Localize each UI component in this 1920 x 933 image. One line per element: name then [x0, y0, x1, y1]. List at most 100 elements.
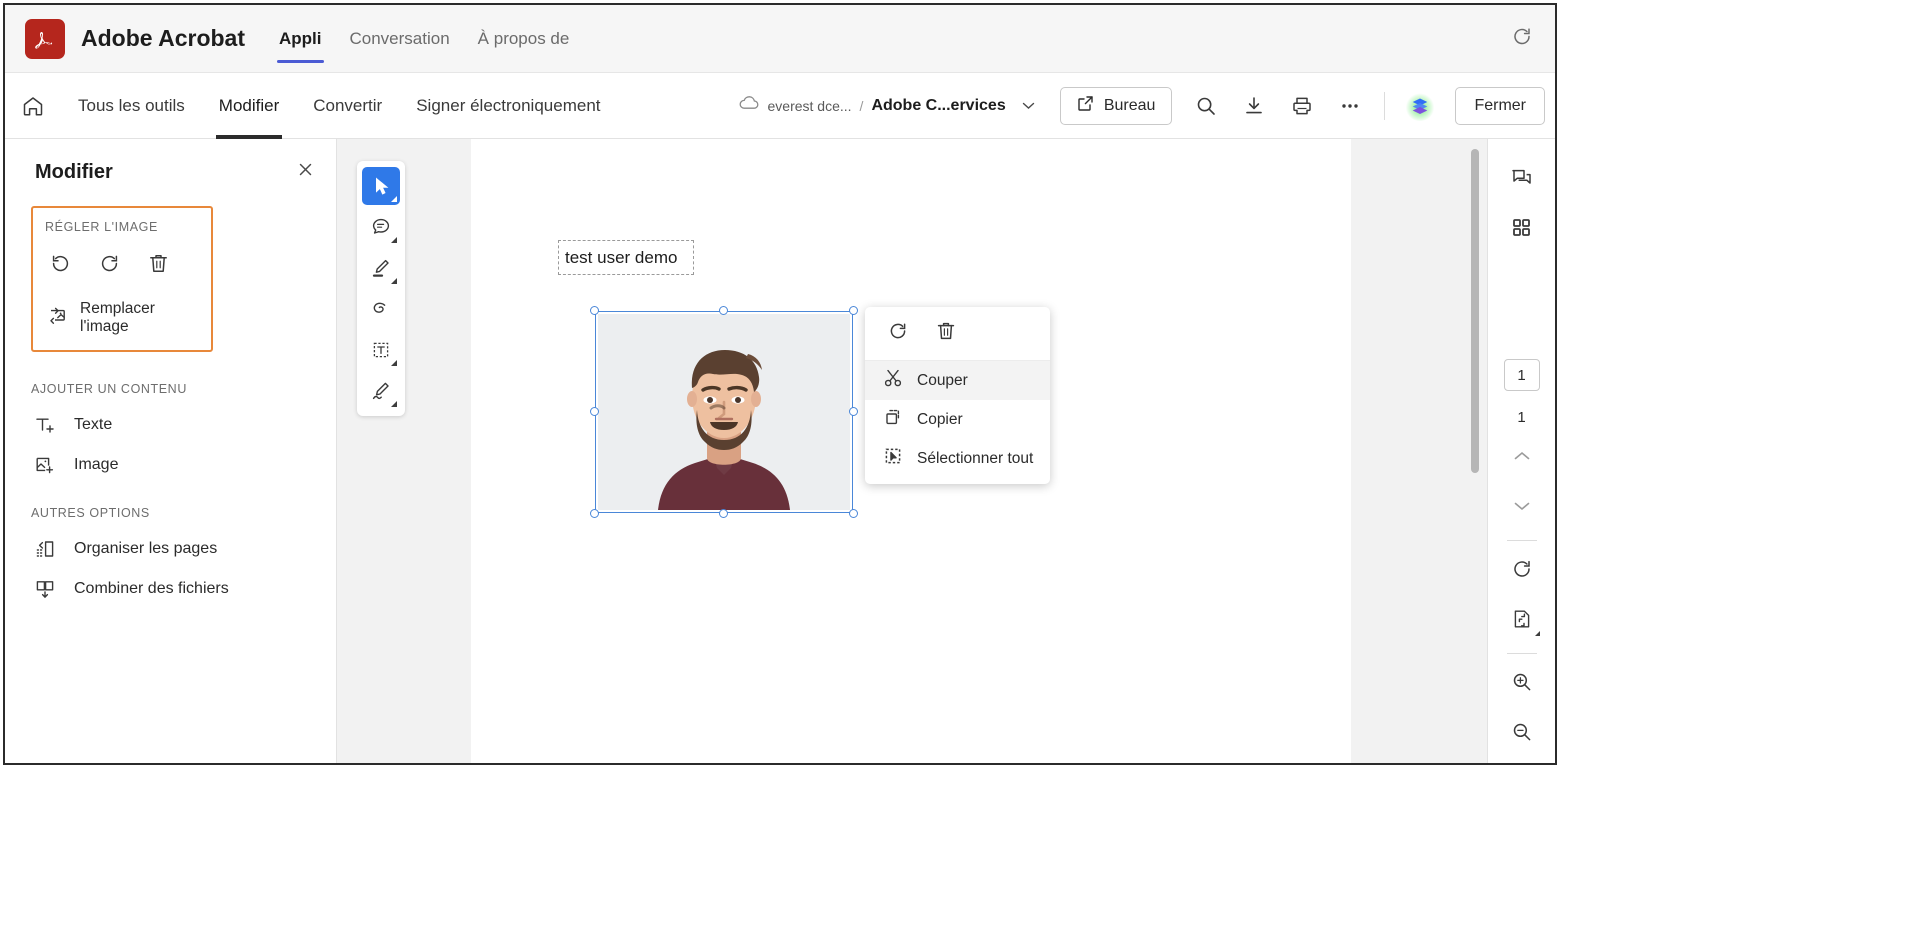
replace-image-icon: [47, 305, 69, 332]
page-total-label: 1: [1517, 409, 1526, 426]
text-object[interactable]: test user demo: [558, 240, 694, 275]
breadcrumb-separator: /: [859, 97, 864, 114]
acrobat-logo-icon: [25, 18, 65, 59]
fit-page-icon[interactable]: [1500, 597, 1544, 641]
highlight-tool[interactable]: [362, 249, 400, 287]
title-tab-bar: Appli Conversation À propos de: [265, 5, 583, 73]
title-tab-appli[interactable]: Appli: [265, 5, 336, 73]
organize-pages-icon: [33, 538, 57, 560]
tab-convertir[interactable]: Convertir: [296, 73, 399, 139]
acrobat-app-window: Adobe Acrobat Appli Conversation À propo…: [3, 3, 1557, 765]
select-tool[interactable]: [362, 167, 400, 205]
context-menu-item-copy[interactable]: Copier: [865, 400, 1050, 439]
menu-item-label: Combiner des fichiers: [74, 580, 229, 597]
close-icon[interactable]: [297, 161, 314, 182]
panel-title: Modifier: [35, 161, 113, 183]
scissors-icon: [883, 368, 903, 393]
more-options-icon[interactable]: [1328, 84, 1372, 128]
tool-caret-icon: [391, 401, 397, 407]
toolbar-right-group: Bureau Fermer: [1059, 73, 1545, 139]
delete-icon[interactable]: [935, 320, 957, 347]
document-scrollbar[interactable]: [1471, 149, 1479, 473]
context-menu-item-label: Couper: [917, 371, 968, 389]
desktop-button-label: Bureau: [1103, 97, 1156, 114]
rotate-clockwise-icon[interactable]: [98, 252, 121, 280]
draw-tool[interactable]: [362, 290, 400, 328]
zoom-out-icon[interactable]: [1500, 710, 1544, 754]
signature-tool[interactable]: [362, 372, 400, 410]
rotate-counterclockwise-icon[interactable]: [49, 252, 72, 280]
refresh-icon[interactable]: [1511, 25, 1533, 52]
resize-handle-middle-right[interactable]: [849, 407, 858, 416]
tool-caret-icon: [391, 278, 397, 284]
close-button[interactable]: Fermer: [1455, 87, 1545, 125]
page-number-input[interactable]: 1: [1503, 359, 1540, 391]
text-box-tool[interactable]: [362, 331, 400, 369]
thumbnails-grid-icon[interactable]: [1500, 205, 1544, 249]
context-menu-item-cut[interactable]: Couper: [865, 361, 1050, 400]
home-icon[interactable]: [5, 73, 61, 139]
breadcrumb-path[interactable]: everest dce...: [768, 98, 852, 114]
context-menu-item-select-all[interactable]: Sélectionner tout: [865, 439, 1050, 478]
desktop-button[interactable]: Bureau: [1059, 87, 1173, 125]
comments-panel-icon[interactable]: [1500, 155, 1544, 199]
pdf-page[interactable]: test user demo Couper Copier Sélectionne…: [471, 139, 1351, 763]
menu-item-label: Texte: [74, 416, 113, 433]
external-link-icon: [1077, 95, 1094, 117]
document-viewport: test user demo Couper Copier Sélectionne…: [337, 139, 1487, 763]
add-content-label: AJOUTER UN CONTENU: [31, 382, 187, 396]
tab-sign-electronically[interactable]: Signer électroniquement: [399, 73, 617, 139]
title-tab-about[interactable]: À propos de: [464, 5, 584, 73]
rotate-page-icon[interactable]: [1500, 547, 1544, 591]
resize-handle-middle-left[interactable]: [590, 407, 599, 416]
ai-assistant-avatar[interactable]: [1405, 91, 1436, 121]
breadcrumb-filename[interactable]: Adobe C...ervices: [871, 97, 1005, 115]
download-icon[interactable]: [1232, 84, 1276, 128]
next-page-icon[interactable]: [1500, 484, 1544, 528]
menu-item-text[interactable]: Texte: [33, 414, 336, 436]
menu-item-label: Image: [74, 456, 119, 473]
adjust-image-label: RÉGLER L'IMAGE: [45, 220, 158, 234]
app-body: Modifier RÉGLER L'IMAGE Remplacer l'imag…: [5, 139, 1555, 763]
resize-handle-top-center[interactable]: [719, 306, 728, 315]
replace-image-label: Remplacer l'image: [80, 300, 155, 335]
title-bar: Adobe Acrobat Appli Conversation À propo…: [5, 5, 1555, 73]
resize-handle-bottom-center[interactable]: [719, 509, 728, 518]
tool-caret-icon: [391, 237, 397, 243]
app-title: Adobe Acrobat: [81, 25, 245, 51]
tab-modifier[interactable]: Modifier: [202, 73, 296, 139]
combine-files-icon: [33, 578, 57, 600]
adjust-image-section: RÉGLER L'IMAGE Remplacer l'image: [31, 206, 213, 352]
right-tool-rail: 1 1: [1487, 139, 1555, 763]
rotate-clockwise-icon[interactable]: [887, 320, 909, 347]
toolbar-divider: [1384, 92, 1386, 120]
menu-item-combine-files[interactable]: Combiner des fichiers: [33, 578, 336, 600]
image-object-selection[interactable]: [590, 306, 858, 518]
cloud-icon: [738, 95, 760, 116]
copy-icon: [883, 407, 903, 432]
tool-caret-icon: [1534, 631, 1540, 636]
replace-image-button[interactable]: Remplacer l'image: [45, 300, 199, 336]
other-options-label: AUTRES OPTIONS: [31, 506, 150, 520]
selection-frame: [595, 311, 853, 513]
comment-tool[interactable]: [362, 208, 400, 246]
tool-caret-icon: [391, 196, 397, 202]
edit-panel: Modifier RÉGLER L'IMAGE Remplacer l'imag…: [5, 139, 337, 763]
menu-item-image[interactable]: Image: [33, 454, 336, 476]
resize-handle-bottom-right[interactable]: [849, 509, 858, 518]
search-icon[interactable]: [1184, 84, 1228, 128]
menu-item-organize-pages[interactable]: Organiser les pages: [33, 538, 336, 560]
rail-divider: [1506, 540, 1537, 541]
resize-handle-top-left[interactable]: [590, 306, 599, 315]
resize-handle-bottom-left[interactable]: [590, 509, 599, 518]
resize-handle-top-right[interactable]: [849, 306, 858, 315]
add-image-icon: [33, 454, 57, 476]
title-tab-conversation[interactable]: Conversation: [336, 5, 464, 73]
tab-all-tools[interactable]: Tous les outils: [61, 73, 202, 139]
delete-icon[interactable]: [147, 252, 170, 280]
previous-page-icon[interactable]: [1500, 434, 1544, 478]
zoom-in-icon[interactable]: [1500, 660, 1544, 704]
tool-caret-icon: [391, 360, 397, 366]
print-icon[interactable]: [1280, 84, 1324, 128]
chevron-down-icon[interactable]: [1022, 97, 1035, 115]
